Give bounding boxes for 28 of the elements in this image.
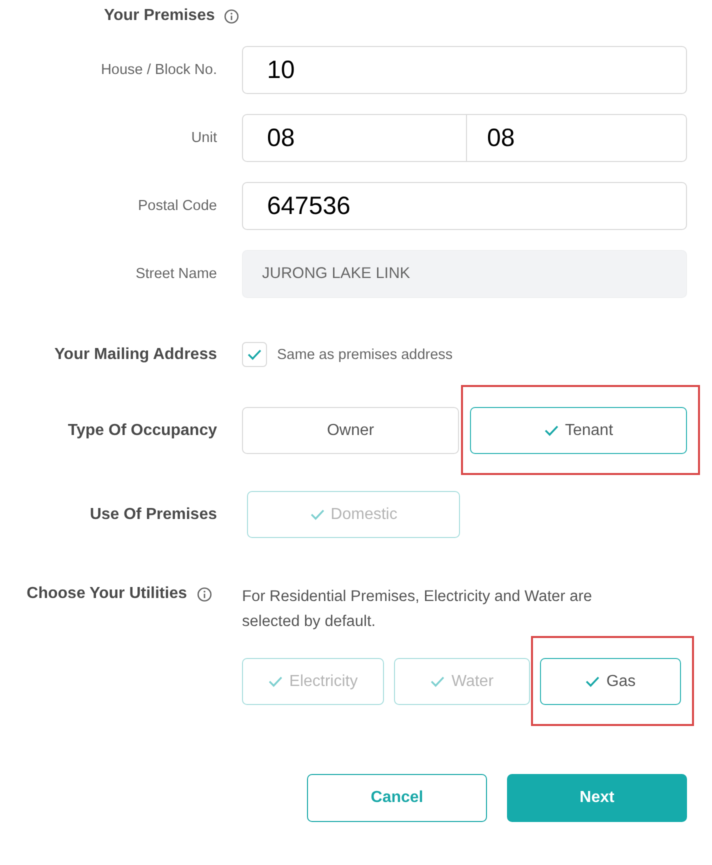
- readonly-field: JURONG LAKE LINK: [242, 250, 687, 298]
- input-field[interactable]: 647536: [242, 182, 687, 230]
- option-button[interactable]: Tenant: [470, 407, 687, 454]
- check-icon: [430, 676, 446, 687]
- input-field[interactable]: 08: [242, 114, 467, 162]
- section-title: Your Premises: [104, 6, 215, 26]
- checkbox-label[interactable]: Same as premises address: [277, 344, 453, 364]
- check-icon: [310, 509, 325, 520]
- check-icon: [544, 425, 559, 436]
- check-icon: [247, 349, 262, 360]
- section-label: Type Of Occupancy: [68, 420, 217, 440]
- option-button[interactable]: Owner: [242, 407, 459, 454]
- section-label: Choose Your Utilities: [26, 584, 187, 604]
- field-label: Street Name: [136, 265, 217, 284]
- section-label: Your Mailing Address: [54, 344, 217, 364]
- field-label: Unit: [191, 129, 217, 148]
- helper-text: For Residential Premises, Electricity and Water are selected by default.: [242, 587, 594, 632]
- checkbox[interactable]: [242, 342, 267, 367]
- check-icon: [585, 676, 600, 687]
- field-label: Postal Code: [138, 197, 217, 216]
- info-icon[interactable]: [197, 586, 212, 602]
- info-icon[interactable]: [224, 8, 239, 24]
- section-label: Use Of Premises: [90, 504, 217, 524]
- option-button[interactable]: Gas: [540, 658, 681, 705]
- field-label: House / Block No.: [100, 61, 217, 80]
- input-field[interactable]: 10: [242, 46, 687, 94]
- check-icon: [268, 676, 284, 687]
- input-field[interactable]: 08: [467, 114, 687, 162]
